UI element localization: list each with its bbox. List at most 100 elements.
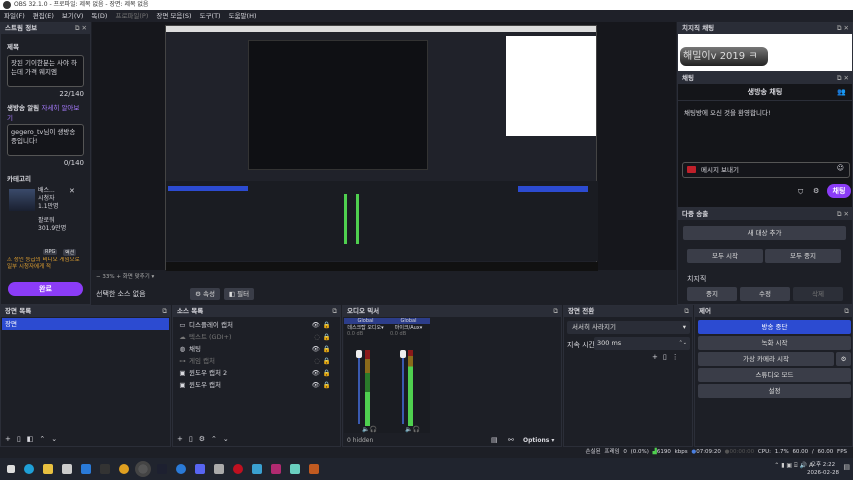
dock-controls[interactable]: ⧉ — [162, 306, 167, 317]
add-target-button[interactable]: 새 대상 추가 — [683, 226, 846, 240]
settings-button[interactable]: 설정 — [698, 384, 851, 398]
add-source-button[interactable]: + — [177, 435, 189, 443]
target-stop-button[interactable]: 중지 — [687, 287, 737, 301]
start-icon[interactable] — [7, 465, 15, 473]
channel-name-dropdown[interactable]: 데스크탑 오디오▾ — [344, 324, 387, 331]
emoji-icon[interactable]: ☺ — [837, 164, 844, 172]
zoom-out-button[interactable]: − — [96, 274, 101, 280]
source-properties-button[interactable]: ⚙ — [199, 435, 211, 443]
volume-slider-desktop[interactable] — [358, 352, 360, 424]
scene-item[interactable]: 장면 — [2, 318, 169, 330]
mixer-layout-icon[interactable]: ▤ — [491, 436, 498, 444]
mixer-options-button[interactable]: Options ▾ — [523, 437, 554, 444]
discord-icon[interactable] — [195, 464, 205, 474]
start-virtual-camera-button[interactable]: 가상 카메라 시작 — [698, 352, 834, 366]
properties-button[interactable]: ⚙ 속성 — [190, 288, 220, 300]
dock-controls[interactable]: ⧉ ✕ — [75, 23, 87, 34]
source-item[interactable]: ▣ 윈도우 캡처 👁🔒 — [173, 379, 340, 391]
visibility-lock-icons[interactable]: ◌🔒 — [314, 355, 334, 367]
remove-scene-button[interactable]: ▯ — [17, 435, 27, 443]
transition-menu-button[interactable]: ⋮ — [672, 353, 684, 361]
mute-headphone-icons[interactable]: 🔈🎧 — [362, 426, 377, 433]
notification-icon[interactable]: ▤ — [843, 463, 850, 471]
volume-slider-mic[interactable] — [402, 352, 404, 424]
obs-taskbar-icon[interactable] — [135, 461, 151, 477]
notice-input[interactable]: gegero_tv님이 생방송 중입니다! — [7, 124, 84, 156]
shield-icon[interactable]: ⛉ — [798, 188, 803, 197]
dock-controls[interactable]: ⧉ — [553, 306, 558, 317]
dock-controls[interactable]: ⧉ ✕ — [837, 23, 849, 34]
mute-headphone-icons[interactable]: 🔈🎧 — [405, 426, 420, 433]
app-icon[interactable] — [252, 464, 262, 474]
remove-source-button[interactable]: ▯ — [189, 435, 199, 443]
dock-controls[interactable]: ⧉ ✕ — [837, 73, 849, 84]
stop-streaming-button[interactable]: 방송 중단 — [698, 320, 851, 334]
participants-icon[interactable]: 👥 — [837, 88, 846, 96]
volume-handle[interactable] — [356, 350, 362, 358]
app-icon[interactable] — [176, 464, 186, 474]
transition-select[interactable]: 서서히 사라지기 ▾ — [567, 321, 690, 334]
visibility-lock-icons[interactable]: 👁🔒 — [312, 367, 334, 379]
app-icon[interactable] — [309, 464, 319, 474]
fit-button[interactable]: 화면 맞추기 — [123, 274, 150, 280]
gear-icon[interactable]: ⚙ — [813, 187, 819, 195]
move-down-button[interactable]: ⌄ — [51, 435, 63, 443]
source-item[interactable]: ☁ 텍스트 (GDI+) ◌🔒 — [173, 331, 340, 343]
send-chat-button[interactable]: 채팅 — [827, 184, 851, 198]
move-up-button[interactable]: ⌃ — [39, 435, 51, 443]
menu-view[interactable]: 보기(V) — [62, 10, 83, 22]
move-down-button[interactable]: ⌄ — [223, 435, 235, 443]
source-item[interactable]: ⊶ 게임 캡처 ◌🔒 — [173, 355, 340, 367]
duration-input[interactable]: 300 ms ⌃⌄ — [594, 337, 690, 350]
dock-controls[interactable]: ⧉ — [332, 306, 337, 317]
app-icon[interactable] — [290, 464, 300, 474]
menu-file[interactable]: 파일(F) — [4, 10, 25, 22]
volume-handle[interactable] — [400, 350, 406, 358]
mixer-link-icon[interactable]: ⚯ — [508, 436, 514, 444]
stop-all-button[interactable]: 모두 중지 — [765, 249, 841, 263]
title-input[interactable]: 잣된 기이한분는 사야 하는데 가격 웨지엠 — [7, 55, 84, 87]
app-icon[interactable] — [100, 464, 110, 474]
menu-edit[interactable]: 편집(E) — [33, 10, 54, 22]
dock-controls[interactable]: ⧉ — [844, 306, 849, 317]
menu-help[interactable]: 도움말(H) — [229, 10, 257, 22]
start-all-button[interactable]: 모두 시작 — [687, 249, 763, 263]
zoom-dropdown[interactable]: ▾ — [152, 274, 155, 280]
mail-icon[interactable] — [81, 464, 91, 474]
edge-icon[interactable] — [24, 464, 34, 474]
filters-button[interactable]: ◧ 필터 — [224, 288, 254, 300]
menu-scene-collection[interactable]: 장면 모음(S) — [156, 10, 191, 22]
clock[interactable]: 오후 2:22 2026-02-28 — [807, 461, 839, 477]
zoom-in-button[interactable]: + — [116, 274, 121, 280]
explorer-icon[interactable] — [43, 464, 53, 474]
source-item[interactable]: ▣ 윈도우 캡처 2 👁🔒 — [173, 367, 340, 379]
start-recording-button[interactable]: 녹화 시작 — [698, 336, 851, 350]
store-icon[interactable] — [62, 464, 72, 474]
chrome-icon[interactable] — [119, 464, 129, 474]
visibility-lock-icons[interactable]: 👁🔒 — [312, 343, 334, 355]
studio-mode-button[interactable]: 스튜디오 모드 — [698, 368, 851, 382]
target-edit-button[interactable]: 수정 — [740, 287, 790, 301]
visibility-lock-icons[interactable]: ◌🔒 — [314, 331, 334, 343]
dock-controls[interactable]: ⧉ — [684, 306, 689, 317]
source-item[interactable]: ▭ 디스플레이 캡처 👁🔒 — [173, 319, 340, 331]
chat-message-input[interactable]: 메시지 보내기 — [682, 162, 850, 178]
scene-filters-button[interactable]: ◧ — [27, 435, 40, 443]
app-icon[interactable] — [214, 464, 224, 474]
done-button[interactable]: 완료 — [8, 282, 83, 296]
app-icon[interactable] — [271, 464, 281, 474]
target-delete-button[interactable]: 삭제 — [793, 287, 843, 301]
menu-profile[interactable]: 프로파일(P) — [115, 10, 148, 22]
move-up-button[interactable]: ⌃ — [211, 435, 223, 443]
add-transition-button[interactable]: + — [652, 353, 663, 361]
source-item[interactable]: ◍ 채팅 👁🔒 — [173, 343, 340, 355]
dock-controls[interactable]: ⧉ ✕ — [837, 209, 849, 220]
menu-tools[interactable]: 도구(T) — [200, 10, 221, 22]
remove-transition-button[interactable]: ▯ — [663, 353, 672, 361]
menu-docks[interactable]: 독(D) — [91, 10, 107, 22]
channel-name-dropdown[interactable]: 마이크/Aux▾ — [387, 324, 430, 331]
virtual-camera-settings-icon[interactable]: ⚙ — [836, 352, 851, 366]
visibility-lock-icons[interactable]: 👁🔒 — [312, 379, 334, 391]
app-icon[interactable] — [157, 464, 167, 474]
remove-category-icon[interactable]: ✕ — [69, 187, 75, 195]
